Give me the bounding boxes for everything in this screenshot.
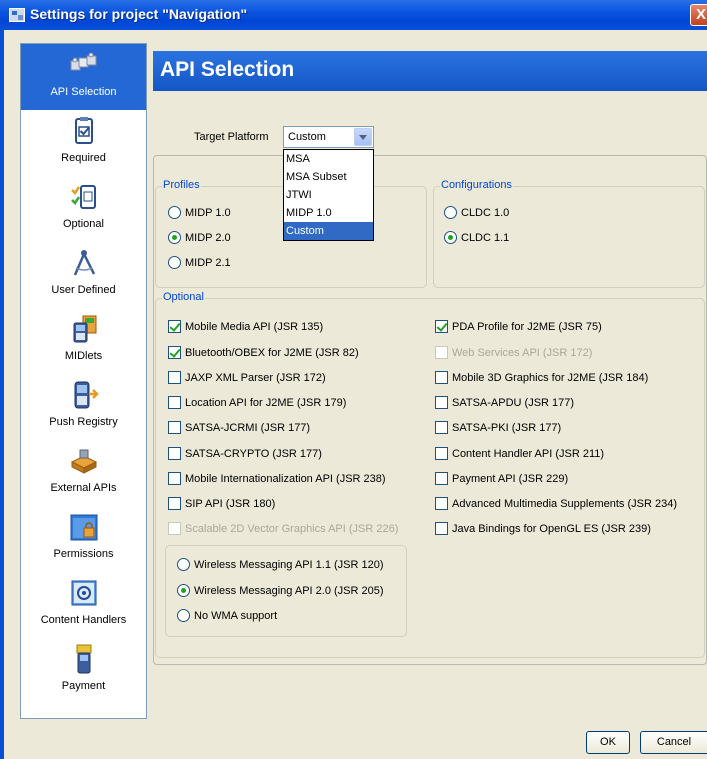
phone-push-icon	[74, 381, 99, 409]
checkbox[interactable]	[168, 320, 181, 333]
chevron-down-icon[interactable]	[354, 128, 372, 146]
checkbox[interactable]	[435, 371, 448, 384]
checkbox[interactable]	[168, 346, 181, 359]
sidebar-item-content-handlers[interactable]: Content Handlers	[21, 572, 146, 638]
checkbox[interactable]	[435, 396, 448, 409]
target-platform-value: Custom	[288, 131, 326, 143]
target-platform-dropdown[interactable]: MSA MSA Subset JTWI MIDP 1.0 Custom	[283, 149, 374, 241]
checkbox[interactable]	[168, 421, 181, 434]
phone-apps-icon	[73, 315, 97, 343]
cancel-button[interactable]: Cancel	[640, 731, 707, 754]
profiles-legend: Profiles	[162, 179, 201, 191]
sidebar-item-label: Optional	[63, 218, 104, 230]
dropdown-option[interactable]: MSA Subset	[284, 168, 373, 186]
category-sidebar: API Selection Required Optional User Def…	[20, 43, 147, 719]
checkbox[interactable]	[168, 447, 181, 460]
sidebar-item-label: API Selection	[50, 86, 117, 98]
window-frame-left	[0, 30, 4, 759]
dropdown-option[interactable]: Custom	[284, 222, 373, 240]
sidebar-item-label: External APIs	[50, 482, 117, 494]
sidebar-item-label: Content Handlers	[40, 614, 127, 626]
radio-button[interactable]	[168, 256, 181, 269]
checkbox[interactable]	[435, 421, 448, 434]
checkbox[interactable]	[435, 472, 448, 485]
radio-button[interactable]	[444, 206, 457, 219]
checkbox[interactable]	[435, 497, 448, 510]
page-title: API Selection	[160, 58, 295, 81]
dropdown-option[interactable]: MSA	[284, 150, 373, 168]
sidebar-item-label: MIDlets	[64, 350, 103, 362]
close-button[interactable]: X	[690, 4, 707, 26]
target-platform-select[interactable]: Custom	[283, 126, 374, 148]
puzzle-piece-icon	[70, 449, 98, 474]
sidebar-item-permissions[interactable]: Permissions	[21, 506, 146, 572]
sidebar-item-payment[interactable]: Payment	[21, 638, 146, 704]
checklist-icon	[71, 185, 96, 209]
configurations-legend: Configurations	[440, 179, 513, 191]
clipboard-check-icon	[75, 117, 93, 144]
target-platform-label: Target Platform	[194, 131, 269, 143]
ok-button[interactable]: OK	[586, 731, 630, 754]
checkbox	[168, 522, 181, 535]
checkbox[interactable]	[435, 522, 448, 535]
compass-icon	[73, 250, 96, 276]
sidebar-item-label: Required	[61, 152, 106, 164]
page-header: API Selection	[153, 51, 707, 91]
media-handler-icon	[71, 580, 97, 606]
sidebar-item-user-defined[interactable]: User Defined	[21, 242, 146, 308]
radio-button[interactable]	[177, 558, 190, 571]
checkbox[interactable]	[168, 371, 181, 384]
sidebar-item-external-apis[interactable]: External APIs	[21, 440, 146, 506]
puzzle-pieces-icon	[70, 52, 97, 71]
sidebar-item-push-registry[interactable]: Push Registry	[21, 374, 146, 440]
sidebar-item-required[interactable]: Required	[21, 110, 146, 176]
radio-button[interactable]	[168, 206, 181, 219]
folder-lock-icon	[70, 514, 98, 541]
sidebar-item-midlets[interactable]: MIDlets	[21, 308, 146, 374]
title-bar[interactable]: Settings for project "Navigation" X	[0, 0, 707, 30]
sidebar-item-api-selection[interactable]: API Selection	[21, 44, 146, 110]
radio-button[interactable]	[177, 609, 190, 622]
checkbox[interactable]	[435, 320, 448, 333]
window-title: Settings for project "Navigation"	[30, 6, 248, 22]
sidebar-item-label: Payment	[61, 680, 106, 692]
sidebar-item-label: User Defined	[51, 284, 116, 296]
optional-legend: Optional	[162, 291, 205, 303]
radio-button[interactable]	[177, 584, 190, 597]
dropdown-option[interactable]: MIDP 1.0	[284, 204, 373, 222]
checkbox[interactable]	[168, 497, 181, 510]
app-icon	[9, 8, 25, 22]
dropdown-option[interactable]: JTWI	[284, 186, 373, 204]
radio-button[interactable]	[168, 231, 181, 244]
sidebar-item-label: Permissions	[53, 548, 114, 560]
checkbox[interactable]	[435, 447, 448, 460]
radio-button[interactable]	[444, 231, 457, 244]
checkbox[interactable]	[168, 396, 181, 409]
sidebar-item-optional[interactable]: Optional	[21, 176, 146, 242]
phone-payment-icon	[76, 644, 92, 674]
sidebar-item-label: Push Registry	[49, 416, 118, 428]
checkbox[interactable]	[168, 472, 181, 485]
checkbox	[435, 346, 448, 359]
